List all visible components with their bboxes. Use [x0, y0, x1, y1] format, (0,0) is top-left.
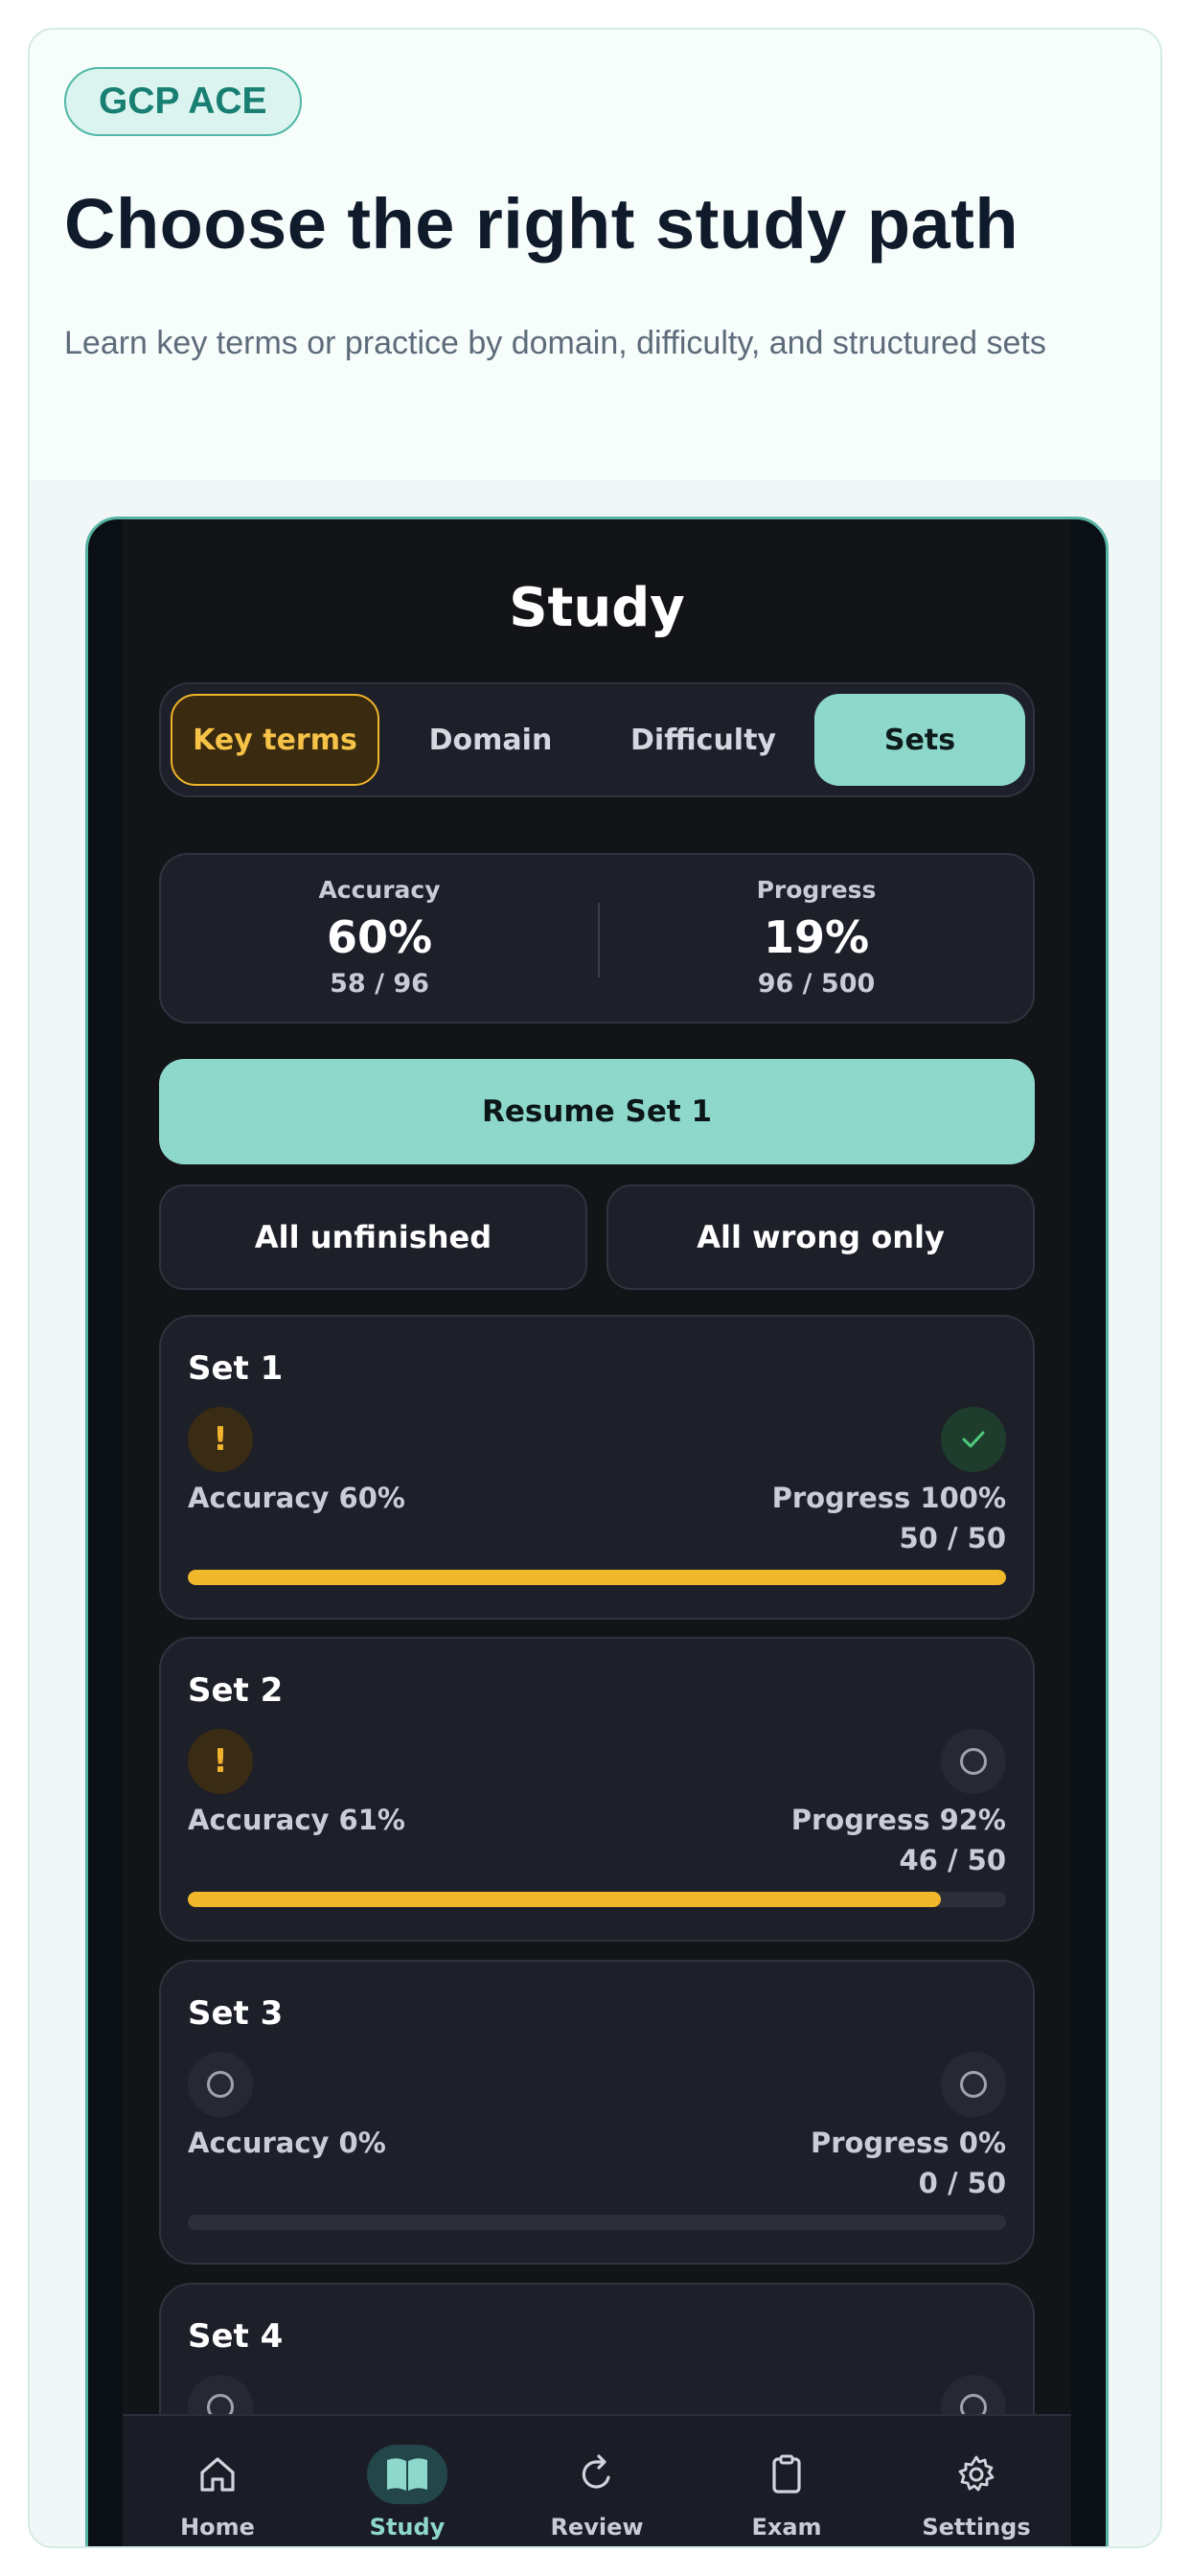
tab-label: Review: [550, 2514, 644, 2541]
set-progress-bar: [188, 2215, 1006, 2230]
set-progress-fill: [188, 1570, 1006, 1585]
exam-tag: GCP ACE: [64, 67, 302, 136]
set-accuracy: Accuracy 61%: [188, 1804, 405, 1836]
set-card-3[interactable]: Set 3 Accuracy 0% Progress 0% 0 / 50: [159, 1960, 1035, 2265]
warning-icon: !: [188, 1729, 253, 1794]
set-card-2[interactable]: Set 2 ! Accuracy 61% Progress 92% 46 / 5…: [159, 1637, 1035, 1942]
empty-circle-icon: [941, 2052, 1006, 2117]
hero-title: Choose the right study path: [64, 184, 1019, 264]
tab-label: Study: [369, 2514, 446, 2541]
set-title: Set 4: [188, 2317, 284, 2356]
empty-circle-icon: [941, 1729, 1006, 1794]
clipboard-icon: [746, 2445, 827, 2504]
bottom-tab-bar: Home Study Review Exam Settings: [123, 2414, 1071, 2546]
hero-subtitle: Learn key terms or practice by domain, d…: [64, 325, 1046, 361]
set-card-1[interactable]: Set 1 ! Accuracy 60% Progress 100% 50 / …: [159, 1315, 1035, 1620]
progress-label: Progress: [756, 876, 877, 904]
phone-frame: Study Key terms Domain Difficulty Sets A…: [85, 517, 1109, 2546]
set-title: Set 1: [188, 1349, 284, 1388]
screen-title: Study: [509, 577, 685, 639]
set-progress-bar: [188, 1892, 1006, 1907]
refresh-icon: [557, 2445, 637, 2504]
tab-label: Exam: [751, 2514, 822, 2541]
tab-review[interactable]: Review: [502, 2445, 692, 2541]
book-icon: [367, 2445, 447, 2504]
all-wrong-only-button[interactable]: All wrong only: [606, 1184, 1035, 1290]
set-progress: Progress 100%: [771, 1482, 1006, 1514]
tab-key-terms[interactable]: Key terms: [171, 694, 379, 786]
accuracy-count: 58 / 96: [330, 969, 429, 999]
study-screen: Study Key terms Domain Difficulty Sets A…: [123, 519, 1071, 2546]
warning-icon: !: [188, 1407, 253, 1472]
check-icon: [941, 1407, 1006, 1472]
gear-icon: [936, 2445, 1017, 2504]
set-progress: Progress 0%: [810, 2127, 1006, 2159]
promo-card: GCP ACE Choose the right study path Lear…: [28, 28, 1162, 2548]
progress-count: 96 / 500: [757, 969, 876, 999]
accuracy-stat: Accuracy 60% 58 / 96: [161, 876, 598, 999]
set-count: 0 / 50: [918, 2167, 1006, 2199]
tab-settings[interactable]: Settings: [881, 2445, 1071, 2541]
all-unfinished-button[interactable]: All unfinished: [159, 1184, 587, 1290]
study-mode-segmented-control: Key terms Domain Difficulty Sets: [159, 682, 1035, 797]
stats-summary: Accuracy 60% 58 / 96 Progress 19% 96 / 5…: [159, 853, 1035, 1024]
empty-circle-icon: [188, 2052, 253, 2117]
progress-stat: Progress 19% 96 / 500: [598, 876, 1035, 999]
tab-sets[interactable]: Sets: [814, 694, 1025, 786]
accuracy-value: 60%: [326, 911, 433, 963]
hero-section: GCP ACE Choose the right study path Lear…: [30, 30, 1160, 480]
set-title: Set 2: [188, 1671, 284, 1710]
set-progress-bar: [188, 1570, 1006, 1585]
home-icon: [177, 2445, 258, 2504]
set-count: 46 / 50: [899, 1844, 1007, 1876]
accuracy-label: Accuracy: [318, 876, 441, 904]
set-progress: Progress 92%: [790, 1804, 1006, 1836]
tab-label: Settings: [922, 2514, 1031, 2541]
set-progress-fill: [188, 1892, 941, 1907]
tab-difficulty[interactable]: Difficulty: [602, 694, 805, 786]
tab-home[interactable]: Home: [123, 2445, 312, 2541]
tab-domain[interactable]: Domain: [389, 694, 592, 786]
tab-exam[interactable]: Exam: [692, 2445, 881, 2541]
set-accuracy: Accuracy 60%: [188, 1482, 405, 1514]
set-accuracy: Accuracy 0%: [188, 2127, 386, 2159]
tab-study[interactable]: Study: [312, 2445, 502, 2541]
progress-value: 19%: [763, 911, 870, 963]
resume-set-button[interactable]: Resume Set 1: [159, 1059, 1035, 1164]
set-count: 50 / 50: [899, 1522, 1007, 1554]
set-title: Set 3: [188, 1994, 284, 2033]
tab-label: Home: [180, 2514, 255, 2541]
